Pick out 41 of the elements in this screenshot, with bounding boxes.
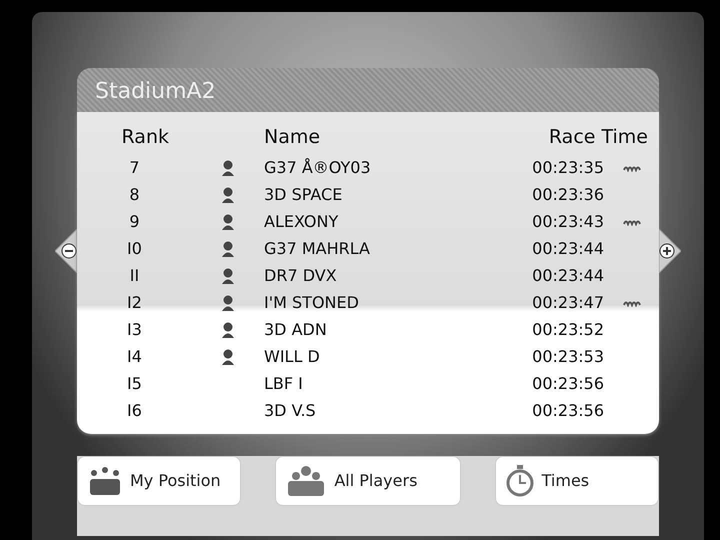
plus-arrow-icon[interactable] bbox=[659, 229, 681, 273]
rank-cell-text: 8 bbox=[128, 184, 141, 206]
stopwatch-icon bbox=[506, 465, 534, 497]
player-name: ALEXONY bbox=[264, 210, 340, 232]
people-icon bbox=[88, 465, 122, 497]
player-name: G37 Å®OY03 bbox=[264, 156, 372, 178]
crowd-icon bbox=[286, 465, 326, 497]
race-time: 00:23:35 bbox=[531, 156, 604, 178]
player-name: WILL D bbox=[264, 346, 321, 368]
race-time: 00:23:36 bbox=[531, 184, 604, 206]
player-name: DR7 DVX bbox=[264, 264, 338, 286]
column-header: Name bbox=[264, 124, 322, 150]
menu-button[interactable]: Times bbox=[494, 456, 659, 506]
race-time: 00:23:56 bbox=[531, 372, 604, 394]
rank-cell-text: 7 bbox=[128, 156, 141, 178]
rank-cell-text: I5 bbox=[126, 372, 143, 394]
race-time: 00:23:44 bbox=[531, 238, 604, 260]
rank-cell-text: I2 bbox=[126, 292, 143, 314]
race-time: 00:23:44 bbox=[531, 264, 604, 286]
rank-cell-text: I6 bbox=[126, 400, 143, 422]
player-name: 3D ADN bbox=[264, 318, 328, 340]
rank-cell-text: I4 bbox=[126, 346, 143, 368]
rank-cell-text: II bbox=[128, 264, 140, 286]
rank-cell-text: I0 bbox=[126, 238, 143, 260]
rank-cell-text: 9 bbox=[128, 210, 141, 232]
player-name: 3D SPACE bbox=[264, 184, 344, 206]
column-header: Rank bbox=[120, 124, 169, 150]
minus-arrow-icon[interactable] bbox=[55, 229, 77, 273]
race-time: 00:23:53 bbox=[531, 346, 604, 368]
player-name: G37 MAHRLA bbox=[264, 238, 371, 260]
menu-button[interactable]: My Position bbox=[77, 456, 242, 506]
race-time: 00:23:47 bbox=[531, 292, 604, 314]
rank-cell-text: I3 bbox=[126, 318, 143, 340]
menu-button[interactable]: All Players bbox=[275, 456, 461, 506]
player-name: LBF I bbox=[264, 372, 304, 394]
player-name: 3D V.S bbox=[264, 400, 317, 422]
race-time: 00:23:56 bbox=[531, 400, 604, 422]
player-name: I'M STONED bbox=[264, 292, 360, 314]
race-time: 00:23:43 bbox=[531, 210, 604, 232]
column-header: Race Time bbox=[548, 124, 648, 150]
race-time: 00:23:52 bbox=[531, 318, 604, 340]
